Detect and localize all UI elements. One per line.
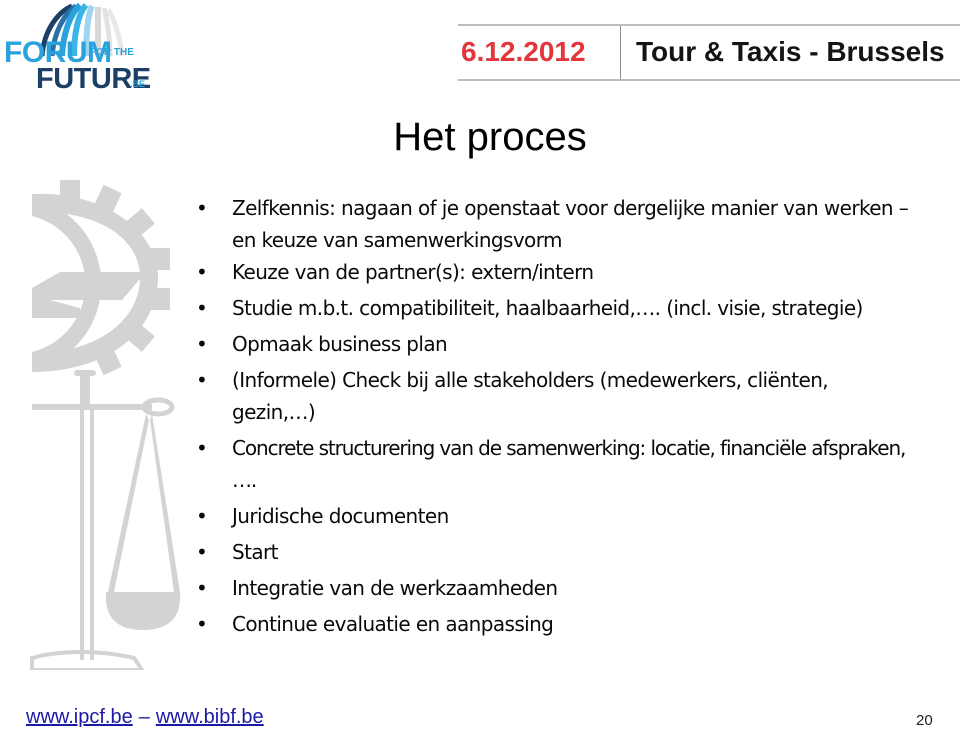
slide-number: 20 (916, 712, 933, 729)
list-item-text: Keuze van de partner(s): extern/intern (232, 260, 594, 284)
list-item-text: Continue evaluatie en aanpassing (232, 612, 554, 636)
list-item: • (Informele) Check bij alle stakeholder… (190, 364, 930, 428)
list-item: • Integratie van de werkzaamheden (190, 572, 930, 604)
footer-links: www.ipcf.be – www.bibf.be (26, 705, 264, 729)
list-item-text: Studie m.b.t. compatibiliteit, haalbaarh… (232, 296, 863, 320)
list-item: • Juridische documenten (190, 500, 930, 532)
logo-for-the-text: FOR THE (90, 47, 134, 58)
forum-for-the-future-logo: FORUM FOR THE FUTURE .BE (0, 0, 180, 100)
ipcf-link[interactable]: www.ipcf.be (26, 706, 133, 728)
list-item: • Start (190, 536, 930, 568)
bullet-icon: • (196, 332, 208, 356)
event-place: Tour & Taxis - Brussels (636, 36, 945, 67)
list-item-text: Opmaak business plan (232, 332, 448, 356)
list-item-text: Zelfkennis: nagaan of je openstaat voor … (232, 196, 909, 252)
footer-separator: – (138, 706, 150, 728)
list-item-text: Start (232, 540, 278, 564)
gear-and-scale-icon (30, 180, 190, 672)
list-item: • Concrete structurering van de samenwer… (190, 432, 930, 496)
bullet-icon: • (196, 196, 208, 220)
list-item-text: Integratie van de werkzaamheden (232, 576, 558, 600)
bibf-link[interactable]: www.bibf.be (156, 706, 264, 728)
process-bullet-list: • Zelfkennis: nagaan of je openstaat voo… (190, 192, 930, 644)
list-item: • Continue evaluatie en aanpassing (190, 608, 930, 640)
event-header-divider (620, 26, 621, 79)
list-item: • Zelfkennis: nagaan of je openstaat voo… (190, 192, 930, 256)
bullet-icon: • (196, 368, 208, 392)
bullet-icon: • (196, 296, 208, 320)
list-item-text: Concrete structurering van de samenwerki… (232, 436, 906, 492)
logo-be-text: .BE (130, 79, 146, 89)
bullet-icon: • (196, 504, 208, 528)
list-item-text: Juridische documenten (232, 504, 449, 528)
slide-title: Het proces (393, 115, 587, 159)
event-header: 6.12.2012 Tour & Taxis - Brussels (458, 24, 960, 81)
list-item-text: (Informele) Check bij alle stakeholders … (232, 368, 829, 424)
list-item: • Studie m.b.t. compatibiliteit, haalbaa… (190, 292, 930, 324)
bullet-icon: • (196, 576, 208, 600)
bullet-icon: • (196, 612, 208, 636)
list-item: • Opmaak business plan (190, 328, 930, 360)
event-date: 6.12.2012 (461, 36, 586, 67)
bullet-icon: • (196, 260, 208, 284)
bullet-icon: • (196, 540, 208, 564)
list-item: • Keuze van de partner(s): extern/intern (190, 256, 930, 288)
bullet-icon: • (196, 436, 208, 460)
